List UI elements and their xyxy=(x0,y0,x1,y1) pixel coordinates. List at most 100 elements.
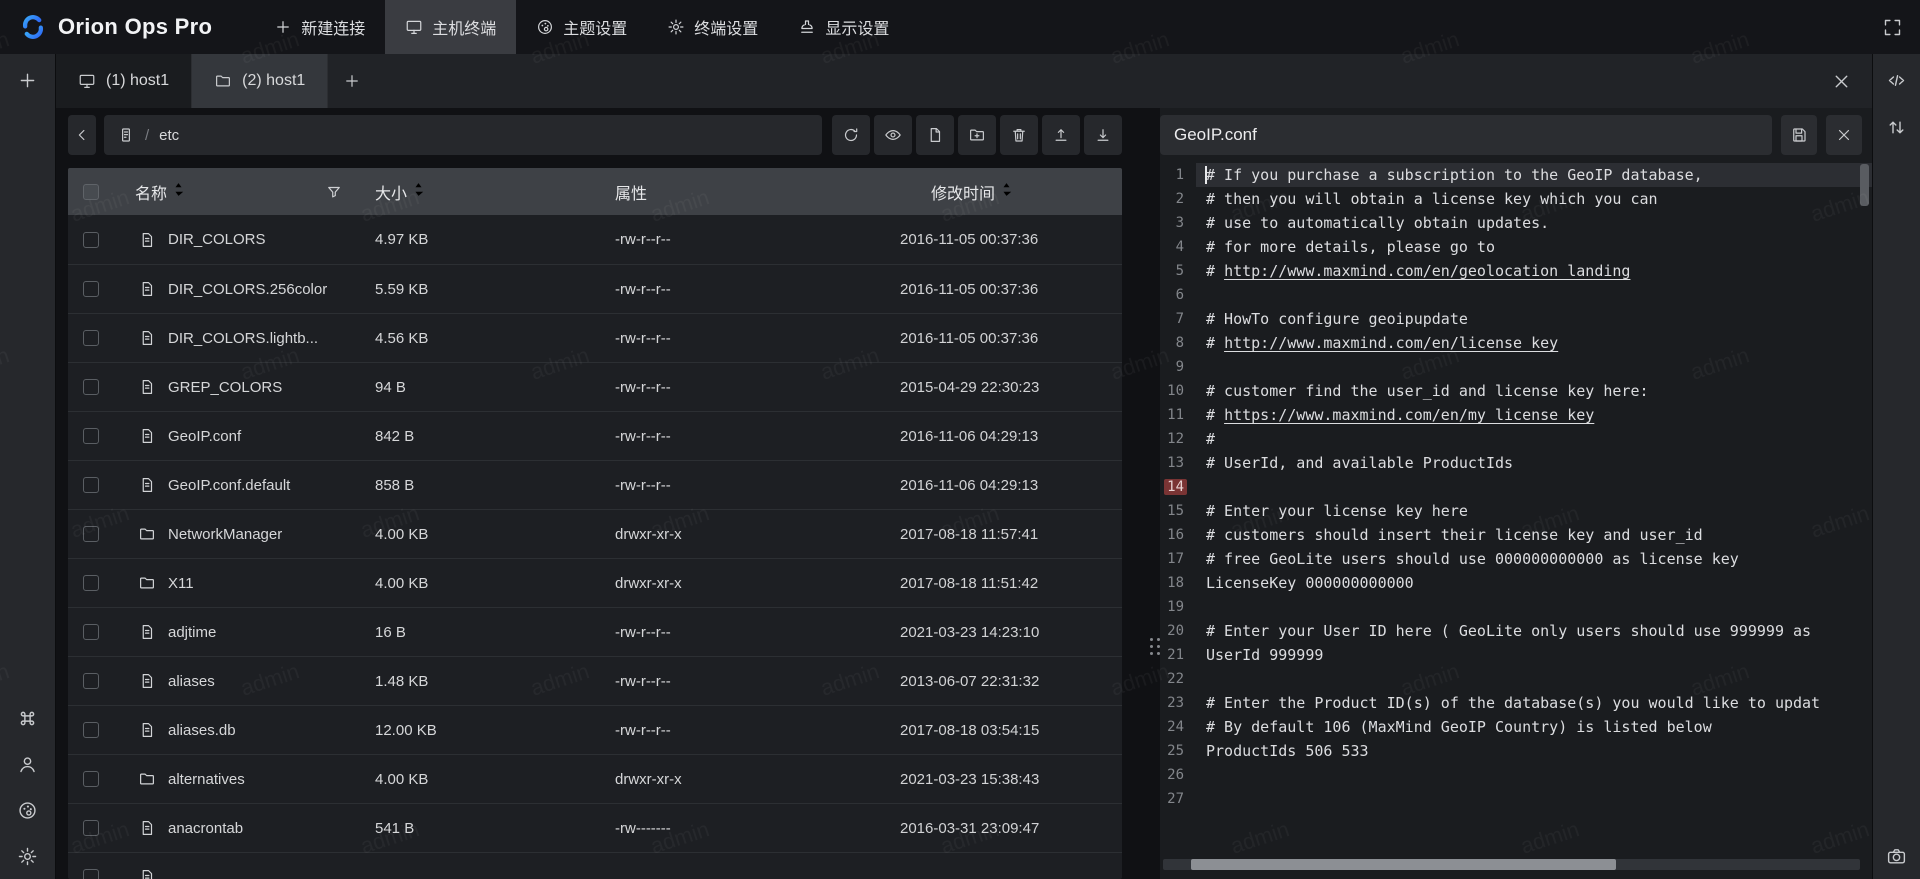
file-icon xyxy=(138,427,156,445)
eye-button[interactable] xyxy=(874,115,912,155)
row-checkbox[interactable] xyxy=(83,624,99,640)
line-text: # use to automatically obtain updates. xyxy=(1196,211,1872,235)
row-checkbox[interactable] xyxy=(83,477,99,493)
code-line: 15# Enter your license key here xyxy=(1160,499,1872,523)
table-row[interactable]: X114.00 KBdrwxr-xr-x2017-08-18 11:51:42 xyxy=(68,558,1122,607)
row-checkbox[interactable] xyxy=(83,428,99,444)
close-panel-button[interactable] xyxy=(1826,66,1856,96)
line-text: # By default 106 (MaxMind GeoIP Country)… xyxy=(1196,715,1872,739)
new-folder-button[interactable] xyxy=(958,115,996,155)
session-tab-2[interactable]: (2) host1 xyxy=(192,54,328,108)
sort-size-icon[interactable] xyxy=(413,181,424,203)
editor-filename-input[interactable]: GeoIP.conf xyxy=(1160,115,1772,155)
row-checkbox[interactable] xyxy=(83,281,99,297)
gear-icon xyxy=(17,846,38,867)
rail-code-button[interactable] xyxy=(1880,63,1914,97)
download-button[interactable] xyxy=(1084,115,1122,155)
sort-mtime-icon[interactable] xyxy=(1001,181,1012,203)
app-header: Orion Ops Pro 新建连接主机终端主题设置终端设置显示设置 xyxy=(0,0,1920,54)
breadcrumb[interactable]: / etc xyxy=(104,115,822,155)
editor-close-button[interactable] xyxy=(1826,115,1862,155)
rail-gear-button[interactable] xyxy=(11,839,45,873)
back-button[interactable] xyxy=(68,115,96,155)
nav-item-theme-settings[interactable]: 主题设置 xyxy=(516,0,647,54)
row-checkbox[interactable] xyxy=(83,232,99,248)
stamp-icon xyxy=(798,18,816,36)
column-header-name[interactable]: 名称 xyxy=(135,180,167,204)
row-checkbox[interactable] xyxy=(83,526,99,542)
line-text: # xyxy=(1196,427,1872,451)
line-number: 10 xyxy=(1160,379,1196,403)
nav-item-terminal-settings[interactable]: 终端设置 xyxy=(647,0,778,54)
select-all-checkbox[interactable] xyxy=(83,184,99,200)
tab-label: (1) host1 xyxy=(106,72,169,90)
trash-button[interactable] xyxy=(1000,115,1038,155)
table-row[interactable]: aliases1.48 KB-rw-r--r--2013-06-07 22:31… xyxy=(68,656,1122,705)
row-checkbox[interactable] xyxy=(83,330,99,346)
nav-item-display-settings[interactable]: 显示设置 xyxy=(778,0,909,54)
user-icon xyxy=(17,754,38,775)
rail-user-button[interactable] xyxy=(11,747,45,781)
table-row[interactable]: GeoIP.conf842 B-rw-r--r--2016-11-06 04:2… xyxy=(68,411,1122,460)
horizontal-scrollbar[interactable] xyxy=(1163,859,1860,870)
code-line: 26 xyxy=(1160,763,1872,787)
file-mtime-cell: 2016-11-05 00:37:36 xyxy=(895,281,1122,298)
code-line: 18LicenseKey 000000000000 xyxy=(1160,571,1872,595)
file-mtime-cell: 2017-08-18 03:54:15 xyxy=(895,722,1122,739)
table-row[interactable]: aliases.db12.00 KB-rw-r--r--2017-08-18 0… xyxy=(68,705,1122,754)
table-row[interactable]: DIR_COLORS.lightb...4.56 KB-rw-r--r--201… xyxy=(68,313,1122,362)
line-text: # HowTo configure geoipupdate xyxy=(1196,307,1872,331)
link-text[interactable]: https://www.maxmind.com/en/my_license_ke… xyxy=(1224,406,1594,424)
upload-button[interactable] xyxy=(1042,115,1080,155)
panel-splitter[interactable] xyxy=(1148,108,1160,879)
sort-name-icon[interactable] xyxy=(173,181,184,203)
link-text[interactable]: http://www.maxmind.com/en/license_key xyxy=(1224,334,1558,352)
file-size-cell: 4.00 KB xyxy=(371,526,608,543)
table-row[interactable]: DIR_COLORS.256color5.59 KB-rw-r--r--2016… xyxy=(68,264,1122,313)
row-checkbox[interactable] xyxy=(83,379,99,395)
row-checkbox[interactable] xyxy=(83,673,99,689)
new-folder-icon xyxy=(968,126,986,144)
line-number: 16 xyxy=(1160,523,1196,547)
theme-icon xyxy=(17,800,38,821)
save-button[interactable] xyxy=(1781,115,1817,155)
row-checkbox[interactable] xyxy=(83,575,99,591)
line-text: # Enter your license key here xyxy=(1196,499,1872,523)
row-checkbox[interactable] xyxy=(83,722,99,738)
table-row[interactable]: alternatives4.00 KBdrwxr-xr-x2021-03-23 … xyxy=(68,754,1122,803)
vertical-scrollbar[interactable] xyxy=(1860,164,1869,206)
new-file-button[interactable] xyxy=(916,115,954,155)
row-checkbox[interactable] xyxy=(83,820,99,836)
code-line: 10# customer find the user_id and licens… xyxy=(1160,379,1872,403)
rail-camera-button[interactable] xyxy=(1880,839,1914,873)
rail-theme-button[interactable] xyxy=(11,793,45,827)
table-row[interactable]: adjtime16 B-rw-r--r--2021-03-23 14:23:10 xyxy=(68,607,1122,656)
line-text xyxy=(1196,355,1872,379)
rail-command-button[interactable] xyxy=(11,701,45,735)
table-row[interactable]: GREP_COLORS94 B-rw-r--r--2015-04-29 22:3… xyxy=(68,362,1122,411)
filter-icon[interactable] xyxy=(325,183,343,201)
rail-plus-button[interactable] xyxy=(11,63,45,97)
file-icon xyxy=(138,721,156,739)
column-header-size[interactable]: 大小 xyxy=(375,180,407,204)
row-checkbox[interactable] xyxy=(83,869,99,879)
session-tab-1[interactable]: (1) host1 xyxy=(56,54,192,108)
refresh-button[interactable] xyxy=(832,115,870,155)
table-row[interactable]: anacrontab541 B-rw-------2016-03-31 23:0… xyxy=(68,803,1122,852)
table-row[interactable] xyxy=(68,852,1122,879)
nav-item-new-connection[interactable]: 新建连接 xyxy=(254,0,385,54)
rail-swap-button[interactable] xyxy=(1880,110,1914,144)
column-header-mtime[interactable]: 修改时间 xyxy=(931,180,995,204)
nav-item-host-terminal[interactable]: 主机终端 xyxy=(385,0,516,54)
table-row[interactable]: GeoIP.conf.default858 B-rw-r--r--2016-11… xyxy=(68,460,1122,509)
file-size-cell: 16 B xyxy=(371,624,608,641)
line-number: 2 xyxy=(1160,187,1196,211)
file-attrs-cell: -rw-r--r-- xyxy=(608,231,895,248)
row-checkbox[interactable] xyxy=(83,771,99,787)
fullscreen-button[interactable] xyxy=(1877,12,1907,42)
table-row[interactable]: DIR_COLORS4.97 KB-rw-r--r--2016-11-05 00… xyxy=(68,215,1122,264)
new-tab-button[interactable] xyxy=(328,54,376,108)
table-row[interactable]: NetworkManager4.00 KBdrwxr-xr-x2017-08-1… xyxy=(68,509,1122,558)
link-text[interactable]: http://www.maxmind.com/en/geolocation_la… xyxy=(1224,262,1630,280)
code-area[interactable]: 1# If you purchase a subscription to the… xyxy=(1160,163,1872,879)
